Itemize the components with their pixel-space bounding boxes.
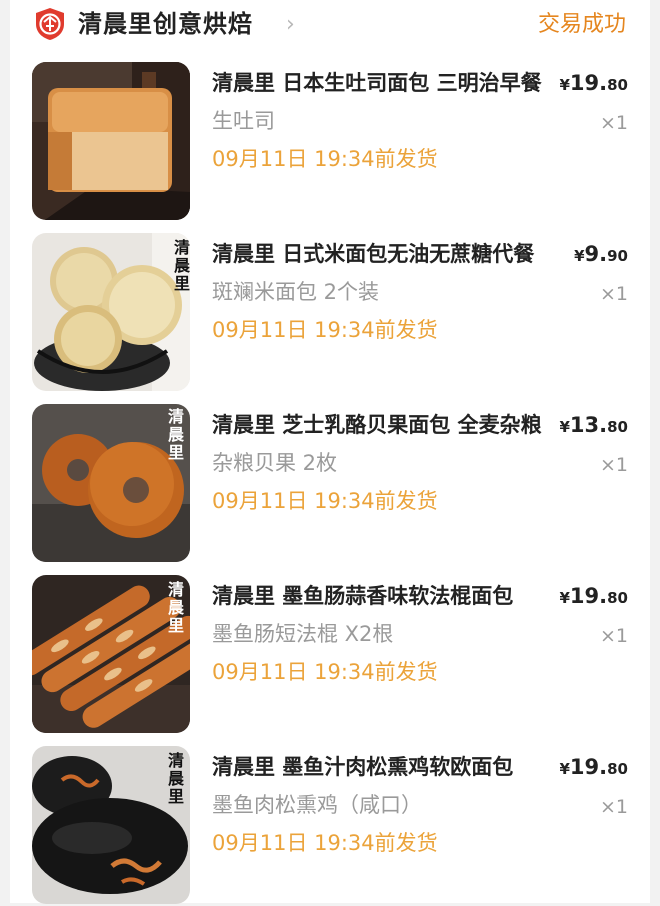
product-quantity: ×1 — [599, 283, 628, 305]
product-quantity: ×1 — [599, 796, 628, 818]
price-integer: 19. — [569, 584, 608, 608]
product-title[interactable]: 清晨里 芝士乳酪贝果面包 全麦杂粮 — [212, 410, 542, 440]
svg-text:清: 清 — [168, 580, 184, 599]
product-price: ¥9.90 — [574, 239, 628, 271]
price-decimal: 80 — [607, 418, 628, 436]
product-title[interactable]: 清晨里 日式米面包无油无蔗糖代餐 — [212, 239, 542, 269]
product-price: ¥19.80 — [559, 581, 628, 613]
product-spec: 墨鱼肠短法棍 X2根 — [212, 622, 394, 646]
product-title[interactable]: 清晨里 墨鱼汁肉松熏鸡软欧面包 — [212, 752, 542, 782]
svg-text:里: 里 — [168, 443, 184, 462]
price-currency: ¥ — [559, 589, 570, 607]
price-decimal: 90 — [607, 247, 628, 265]
product-image[interactable] — [32, 62, 190, 220]
svg-text:晨: 晨 — [168, 769, 185, 788]
product-image[interactable]: 清 晨 里 — [32, 575, 190, 733]
price-integer: 9. — [584, 242, 608, 266]
shipping-time: 09月11日 19:34前发货 — [212, 489, 438, 513]
svg-text:清: 清 — [174, 238, 190, 257]
product-image[interactable]: 清 晨 里 — [32, 233, 190, 391]
svg-text:晨: 晨 — [168, 598, 185, 617]
product-title[interactable]: 清晨里 墨鱼肠蒜香味软法棍面包 — [212, 581, 542, 611]
order-item[interactable]: 清 晨 里 清晨里 日式米面包无油无蔗糖代餐 ¥9.90 斑斓米面包 2个装 ×… — [10, 233, 650, 393]
price-currency: ¥ — [559, 418, 570, 436]
price-integer: 19. — [569, 71, 608, 95]
svg-text:里: 里 — [168, 787, 184, 806]
product-image[interactable]: 清 晨 里 — [32, 404, 190, 562]
product-image[interactable]: 清 晨 里 — [32, 746, 190, 904]
price-decimal: 80 — [607, 760, 628, 778]
price-decimal: 80 — [607, 589, 628, 607]
shipping-time: 09月11日 19:34前发货 — [212, 660, 438, 684]
product-spec: 生吐司 — [212, 109, 275, 133]
order-item[interactable]: 清 晨 里 清晨里 墨鱼汁肉松熏鸡软欧面包 ¥19.80 墨鱼肉松熏鸡（咸口） … — [10, 746, 650, 906]
svg-text:晨: 晨 — [174, 256, 190, 275]
product-spec: 杂粮贝果 2枚 — [212, 451, 338, 475]
price-currency: ¥ — [559, 76, 570, 94]
order-status: 交易成功 — [537, 12, 626, 37]
order-item[interactable]: 清 晨 里 清晨里 墨鱼肠蒜香味软法棍面包 ¥19.80 墨鱼肠短法棍 X2根 … — [10, 575, 650, 735]
product-price: ¥19.80 — [559, 752, 628, 784]
product-quantity: ×1 — [599, 625, 628, 647]
svg-text:清: 清 — [168, 407, 184, 426]
chevron-right-icon[interactable]: › — [286, 12, 295, 38]
shop-header[interactable]: 清晨里创意烘焙 › 交易成功 — [10, 0, 650, 52]
product-quantity: ×1 — [599, 112, 628, 134]
svg-text:里: 里 — [168, 616, 184, 635]
product-spec: 斑斓米面包 2个装 — [212, 280, 380, 304]
product-price: ¥13.80 — [559, 410, 628, 442]
svg-text:里: 里 — [174, 274, 190, 293]
shop-name[interactable]: 清晨里创意烘焙 — [78, 8, 253, 40]
shipping-time: 09月11日 19:34前发货 — [212, 147, 438, 171]
order-item[interactable]: 清 晨 里 清晨里 芝士乳酪贝果面包 全麦杂粮 ¥13.80 杂粮贝果 2枚 ×… — [10, 404, 650, 564]
price-integer: 13. — [569, 413, 608, 437]
shop-logo-icon — [34, 7, 66, 41]
shipping-time: 09月11日 19:34前发货 — [212, 831, 438, 855]
price-currency: ¥ — [574, 247, 585, 265]
shipping-time: 09月11日 19:34前发货 — [212, 318, 438, 342]
order-card: 清晨里创意烘焙 › 交易成功 清晨里 日本生吐司面包 三明治早餐 ¥19.80 … — [10, 0, 650, 906]
svg-text:清: 清 — [168, 751, 184, 770]
product-title[interactable]: 清晨里 日本生吐司面包 三明治早餐 — [212, 68, 542, 98]
price-currency: ¥ — [559, 760, 570, 778]
price-integer: 19. — [569, 755, 608, 779]
product-price: ¥19.80 — [559, 68, 628, 100]
order-item[interactable]: 清晨里 日本生吐司面包 三明治早餐 ¥19.80 生吐司 ×1 09月11日 1… — [10, 62, 650, 222]
svg-text:晨: 晨 — [168, 425, 185, 444]
price-decimal: 80 — [607, 76, 628, 94]
product-quantity: ×1 — [599, 454, 628, 476]
product-spec: 墨鱼肉松熏鸡（咸口） — [212, 793, 422, 817]
